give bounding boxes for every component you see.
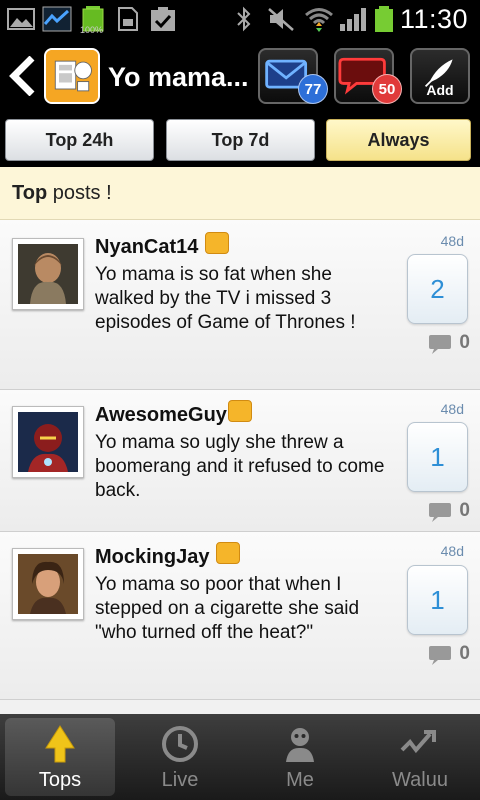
period-tabs: Top 24h Top 7d Always [0,112,480,167]
wifi-icon [305,8,333,32]
post-author[interactable]: AwesomeGuy [95,404,227,427]
messages-count-badge: 77 [298,74,328,104]
vote-button[interactable]: 1 [407,565,468,635]
post-item[interactable]: NyanCat14 Yo mama is so fat when she wal… [0,220,480,390]
tab-top-24h[interactable]: Top 24h [5,119,154,161]
tops-arrow-icon [45,725,75,763]
user-photo [18,244,78,304]
post-age: 48d [440,233,464,249]
comment-count: 0 [459,500,470,521]
nav-me[interactable]: Me [245,718,355,796]
user-level-icon [216,542,240,564]
battery-icon [375,6,393,32]
comment-count: 0 [459,332,470,353]
user-level-icon [205,232,229,254]
vote-button[interactable]: 1 [407,422,468,492]
avatar[interactable] [12,406,84,478]
gallery-icon [7,8,35,30]
section-title-bold: Top [12,182,48,204]
comment-bubble-icon [429,503,451,522]
comments-button[interactable]: 0 [428,332,470,356]
avatar[interactable] [12,548,84,620]
nav-waluu-label: Waluu [392,769,448,791]
notifications-button[interactable]: 50 [334,48,402,104]
nav-tops[interactable]: Tops [5,718,115,796]
nav-live[interactable]: Live [125,718,235,796]
post-author[interactable]: MockingJay [95,546,209,569]
posts-feed[interactable]: NyanCat14 Yo mama is so fat when she wal… [0,220,480,714]
nav-live-label: Live [161,769,199,791]
person-icon [286,728,314,762]
section-title-rest: posts ! [47,182,112,204]
signal-strength-icon [340,8,366,31]
clock: 11:30 [399,4,468,34]
tab-top-7d[interactable]: Top 7d [166,119,315,161]
post-text: Yo mama so poor that when I stepped on a… [95,574,360,643]
bottom-navigation: Tops Live Me Waluu [0,714,480,800]
nav-waluu[interactable]: Waluu [365,718,475,796]
post-age: 48d [440,543,464,559]
battery-notification-label: 100% [80,25,104,35]
waluu-logo-icon [400,730,436,754]
tab-always[interactable]: Always [326,119,471,161]
section-header: Top posts ! [0,167,480,220]
app-header: Yo mama... 77 50 Add [0,38,480,112]
comment-count: 0 [459,643,470,664]
user-level-icon [228,400,252,422]
post-text: Yo mama is so fat when she walked by the… [95,264,356,333]
user-photo [18,412,78,472]
avatar[interactable] [12,238,84,310]
add-button-label: Add [426,82,454,98]
waluu-notification-icon [42,6,72,32]
post-text: Yo mama so ugly she threw a boomerang an… [95,432,385,501]
sd-card-icon [118,7,138,31]
status-bar: 100% 11:30 [0,0,480,38]
nav-me-label: Me [286,769,314,791]
bluetooth-icon [237,6,251,32]
comments-button[interactable]: 0 [428,500,470,524]
messages-button[interactable]: 77 [258,48,328,104]
notifications-count-badge: 50 [372,74,402,104]
add-button[interactable]: Add [410,48,470,104]
group-logo[interactable] [44,48,100,104]
vote-button[interactable]: 2 [407,254,468,324]
post-item[interactable]: AwesomeGuy Yo mama so ugly she threw a b… [0,390,480,532]
user-photo [18,554,78,614]
yo-mama-logo-icon [46,50,98,102]
page-title: Yo mama... [108,62,248,92]
nav-tops-label: Tops [38,769,82,791]
clipboard-check-icon [151,7,175,31]
back-chevron-icon[interactable] [8,56,38,96]
post-age: 48d [440,401,464,417]
mute-icon [268,8,294,31]
post-item[interactable]: MockingJay Yo mama so poor that when I s… [0,532,480,700]
comment-bubble-icon [429,335,451,354]
post-author[interactable]: NyanCat14 [95,236,198,259]
comment-bubble-icon [429,646,451,665]
comments-button[interactable]: 0 [428,643,470,667]
clock-icon [162,726,198,762]
